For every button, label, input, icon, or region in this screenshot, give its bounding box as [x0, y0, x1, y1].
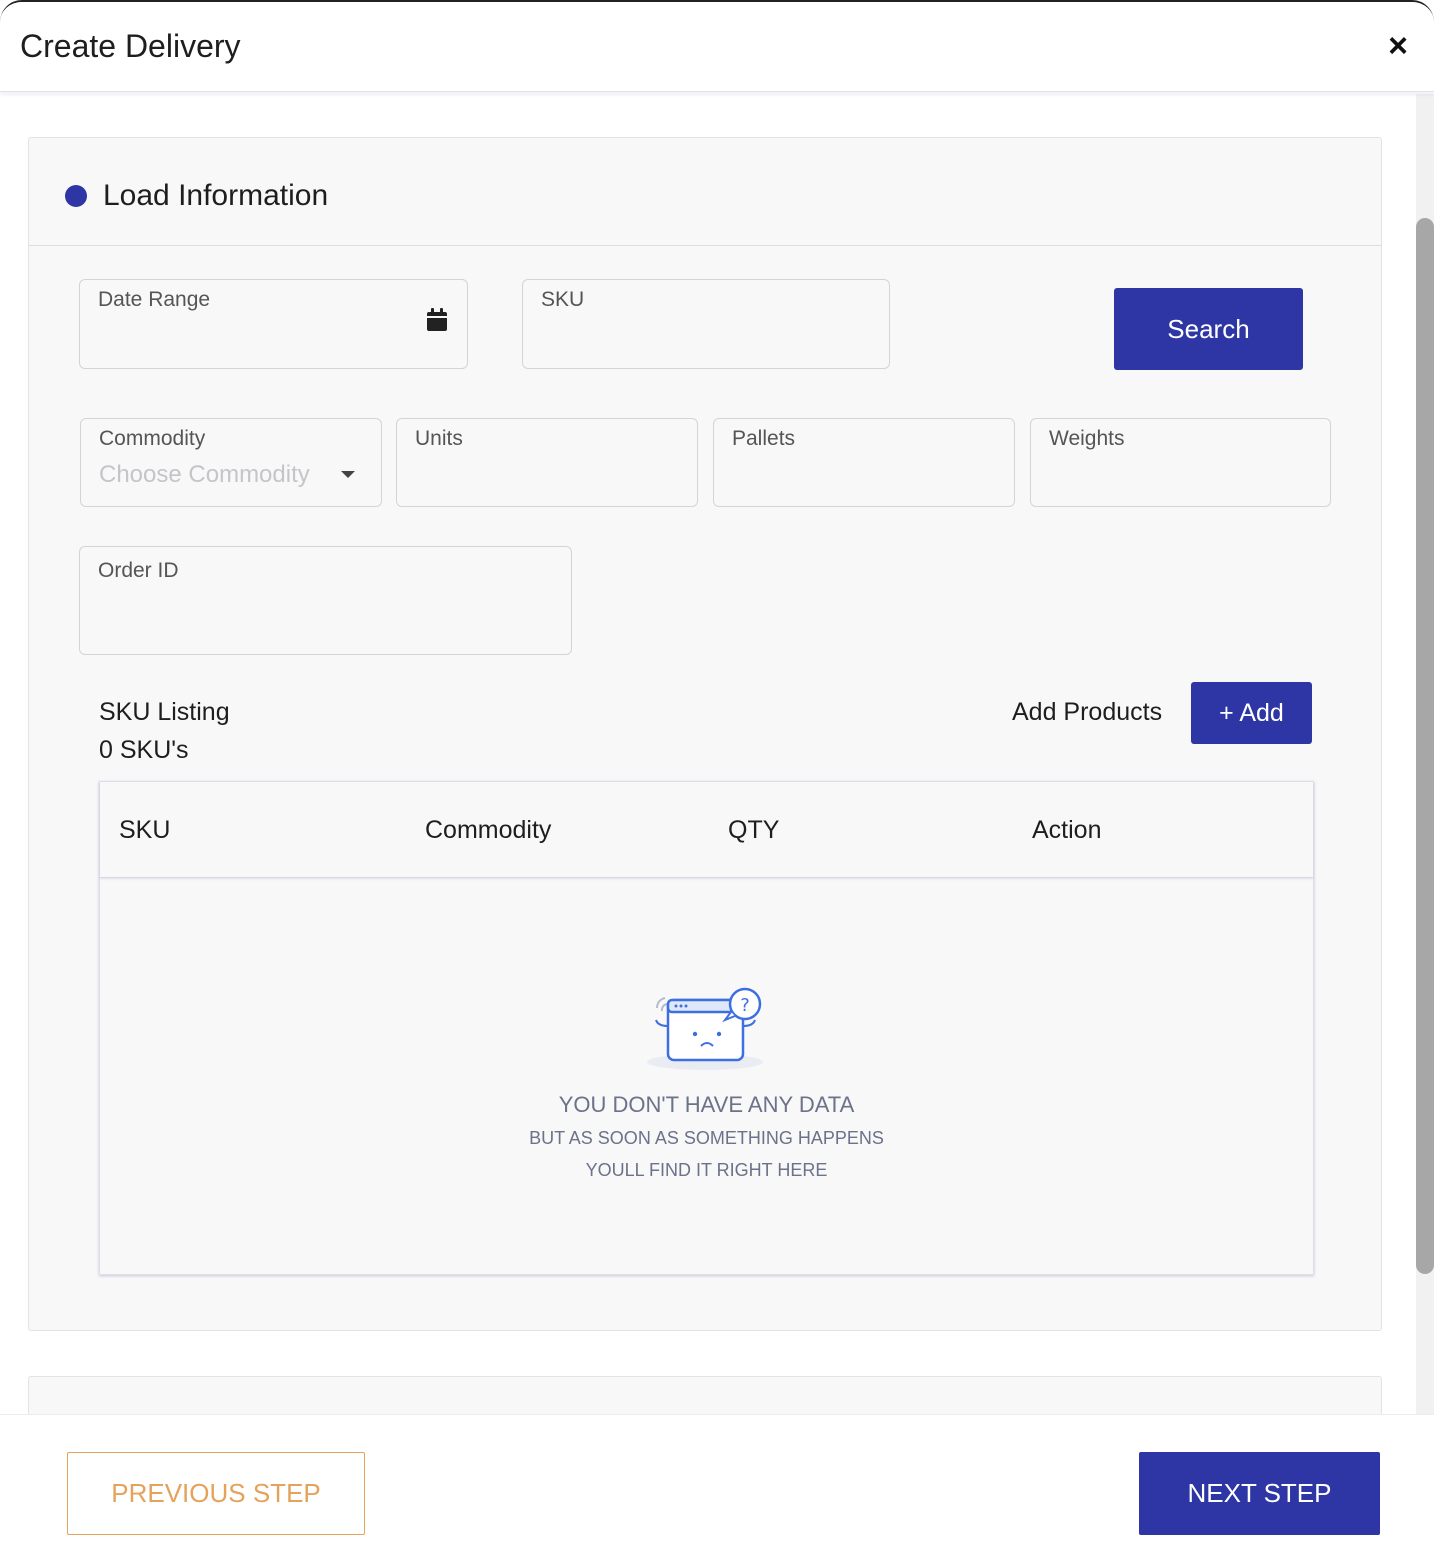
card-header: Load Information	[29, 138, 1381, 246]
calendar-icon[interactable]	[426, 308, 448, 332]
sku-table: SKU Commodity QTY Action ? YOU DON'T HAV…	[99, 781, 1314, 1275]
commodity-label: Commodity	[99, 427, 206, 450]
sku-field[interactable]: SKU	[522, 279, 890, 369]
empty-state-line1: BUT AS SOON AS SOMETHING HAPPENS	[529, 1128, 884, 1148]
empty-box-question-icon: ?	[647, 987, 763, 1070]
pallets-label: Pallets	[732, 427, 796, 450]
weights-field[interactable]: Weights	[1030, 418, 1331, 507]
date-range-field[interactable]: Date Range	[79, 279, 468, 369]
weights-label: Weights	[1049, 427, 1125, 450]
section-dot-icon	[65, 185, 87, 207]
add-product-button[interactable]: + Add	[1191, 682, 1312, 744]
section-title: Load Information	[103, 179, 329, 212]
load-information-card: Load Information Date Range SKU Search C…	[28, 137, 1382, 1331]
modal-footer: PREVIOUS STEP NEXT STEP	[0, 1414, 1434, 1552]
modal-header: Create Delivery ×	[0, 2, 1434, 92]
scrollbar[interactable]	[1416, 94, 1434, 1414]
previous-step-button[interactable]: PREVIOUS STEP	[67, 1452, 365, 1535]
commodity-select[interactable]: Commodity Choose Commodity	[80, 418, 382, 507]
scrollbar-thumb[interactable]	[1416, 218, 1434, 1274]
modal-title: Create Delivery	[20, 28, 241, 64]
order-id-label: Order ID	[98, 559, 179, 582]
column-header-qty: QTY	[728, 816, 780, 844]
pallets-field[interactable]: Pallets	[713, 418, 1015, 507]
units-label: Units	[415, 427, 463, 450]
svg-text:?: ?	[740, 995, 750, 1016]
empty-state-title: YOU DON'T HAVE ANY DATA	[558, 1092, 855, 1117]
chevron-down-icon	[341, 471, 355, 478]
column-header-sku: SKU	[119, 816, 171, 844]
sku-listing-title: SKU Listing	[99, 698, 230, 726]
order-id-field[interactable]: Order ID	[79, 546, 572, 655]
add-products-label: Add Products	[1012, 698, 1163, 726]
commodity-placeholder: Choose Commodity	[99, 461, 310, 488]
column-header-commodity: Commodity	[425, 816, 552, 844]
empty-state-line2: YOULL FIND IT RIGHT HERE	[585, 1160, 828, 1180]
sku-count: 0 SKU's	[99, 736, 189, 764]
units-field[interactable]: Units	[396, 418, 698, 507]
date-range-label: Date Range	[98, 288, 211, 311]
sku-label: SKU	[541, 288, 585, 311]
next-step-button[interactable]: NEXT STEP	[1139, 1452, 1380, 1535]
search-button[interactable]: Search	[1114, 288, 1303, 370]
create-delivery-modal: Create Delivery × Load Information Date …	[0, 0, 1434, 1552]
column-header-action: Action	[1032, 816, 1102, 844]
table-header: SKU Commodity QTY Action	[100, 782, 1313, 878]
close-icon[interactable]: ×	[1380, 28, 1416, 64]
